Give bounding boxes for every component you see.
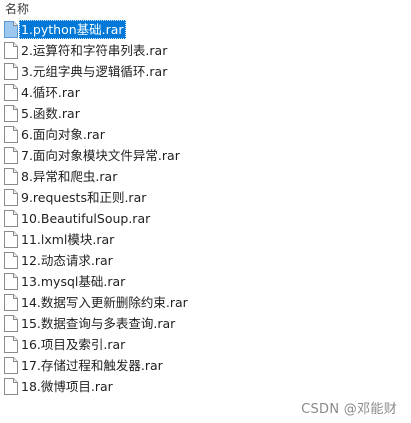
- file-row[interactable]: 16.项目及索引.rar: [0, 334, 411, 355]
- file-icon: [4, 315, 18, 332]
- file-icon: [4, 357, 18, 374]
- file-row[interactable]: 12.动态请求.rar: [0, 250, 411, 271]
- file-row[interactable]: 10.BeautifulSoup.rar: [0, 208, 411, 229]
- file-name[interactable]: 18.微博项目.rar: [19, 377, 115, 396]
- file-row[interactable]: 9.requests和正则.rar: [0, 187, 411, 208]
- file-icon: [4, 189, 18, 206]
- file-name[interactable]: 7.面向对象模块文件异常.rar: [19, 146, 182, 165]
- file-name[interactable]: 12.动态请求.rar: [19, 251, 115, 270]
- file-name[interactable]: 11.lxml模块.rar: [19, 230, 116, 249]
- file-row[interactable]: 13.mysql基础.rar: [0, 271, 411, 292]
- file-name[interactable]: 16.项目及索引.rar: [19, 335, 127, 354]
- file-icon: [4, 105, 18, 122]
- file-icon: [4, 126, 18, 143]
- file-row[interactable]: 1.python基础.rar: [0, 19, 411, 40]
- file-icon: [4, 210, 18, 227]
- file-row[interactable]: 17.存储过程和触发器.rar: [0, 355, 411, 376]
- file-row[interactable]: 5.函数.rar: [0, 103, 411, 124]
- file-icon: [4, 273, 18, 290]
- file-name[interactable]: 15.数据查询与多表查询.rar: [19, 314, 177, 333]
- file-name[interactable]: 14.数据写入更新删除约束.rar: [19, 293, 190, 312]
- file-name[interactable]: 9.requests和正则.rar: [19, 188, 148, 207]
- file-icon: [4, 42, 18, 59]
- file-name[interactable]: 6.面向对象.rar: [19, 125, 107, 144]
- file-icon: [4, 147, 18, 164]
- file-icon: [4, 252, 18, 269]
- file-row[interactable]: 15.数据查询与多表查询.rar: [0, 313, 411, 334]
- file-row[interactable]: 3.元组字典与逻辑循环.rar: [0, 61, 411, 82]
- file-row[interactable]: 7.面向对象模块文件异常.rar: [0, 145, 411, 166]
- name-column-header[interactable]: 名称: [5, 0, 29, 18]
- file-icon: [4, 294, 18, 311]
- file-icon: [4, 168, 18, 185]
- file-icon: [4, 84, 18, 101]
- file-row[interactable]: 14.数据写入更新删除约束.rar: [0, 292, 411, 313]
- watermark: CSDN @邓能财: [301, 402, 397, 417]
- file-icon: [4, 21, 18, 38]
- file-name[interactable]: 17.存储过程和触发器.rar: [19, 356, 165, 375]
- file-name[interactable]: 13.mysql基础.rar: [19, 272, 127, 291]
- file-row[interactable]: 18.微博项目.rar: [0, 376, 411, 397]
- file-row[interactable]: 6.面向对象.rar: [0, 124, 411, 145]
- file-icon: [4, 378, 18, 395]
- file-icon: [4, 336, 18, 353]
- file-name[interactable]: 10.BeautifulSoup.rar: [19, 209, 152, 228]
- file-list: 1.python基础.rar 2.运算符和字符串列表.rar 3.元组字典与逻辑循环…: [0, 19, 411, 397]
- file-row[interactable]: 2.运算符和字符串列表.rar: [0, 40, 411, 61]
- file-icon: [4, 63, 18, 80]
- file-name[interactable]: 5.函数.rar: [19, 104, 82, 123]
- file-name[interactable]: 8.异常和爬虫.rar: [19, 167, 119, 186]
- file-row[interactable]: 11.lxml模块.rar: [0, 229, 411, 250]
- file-icon: [4, 231, 18, 248]
- file-row[interactable]: 4.循环.rar: [0, 82, 411, 103]
- file-name[interactable]: 2.运算符和字符串列表.rar: [19, 41, 169, 60]
- file-name[interactable]: 4.循环.rar: [19, 83, 82, 102]
- file-name[interactable]: 1.python基础.rar: [19, 20, 126, 39]
- file-row[interactable]: 8.异常和爬虫.rar: [0, 166, 411, 187]
- file-name[interactable]: 3.元组字典与逻辑循环.rar: [19, 62, 169, 81]
